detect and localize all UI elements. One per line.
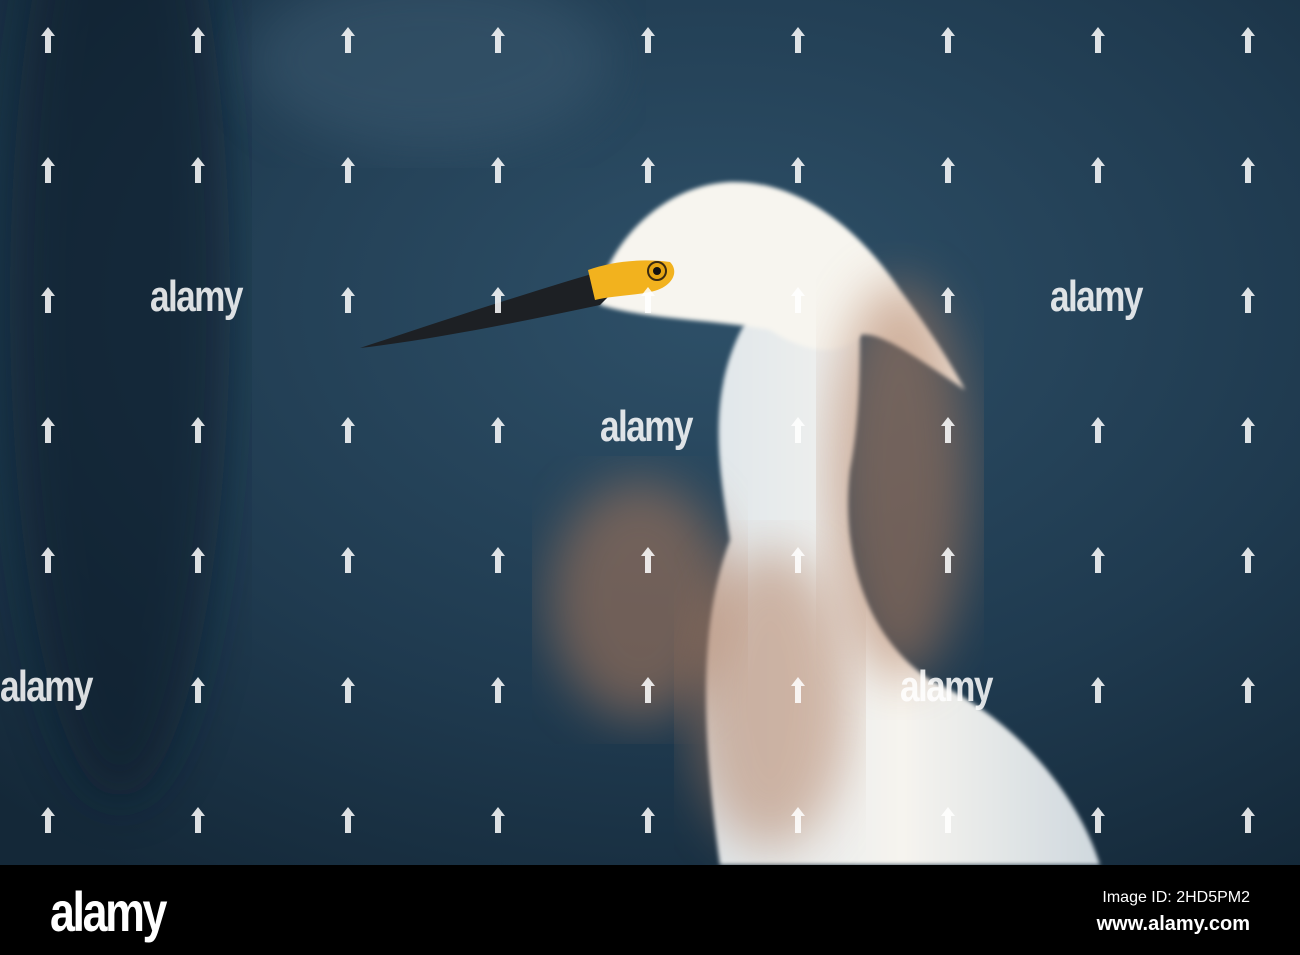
watermark-arrow-icon <box>41 287 55 313</box>
watermark-arrow-icon <box>1091 157 1105 183</box>
watermark-arrow-icon <box>41 27 55 53</box>
watermark-arrow-icon <box>341 287 355 313</box>
alamy-watermark: alamy <box>900 662 993 711</box>
watermark-arrow-icon <box>1091 807 1105 833</box>
watermark-arrow-icon <box>41 417 55 443</box>
watermark-arrow-icon <box>641 27 655 53</box>
watermark-arrow-icon <box>641 287 655 313</box>
alamy-logo: alamy <box>50 880 167 943</box>
watermark-arrow-icon <box>341 417 355 443</box>
watermark-arrow-icon <box>791 547 805 573</box>
watermark-arrow-icon <box>941 27 955 53</box>
watermark-arrow-icon <box>191 157 205 183</box>
image-id: Image ID: 2HD5PM2 <box>1102 889 1250 906</box>
watermark-arrow-icon <box>491 157 505 183</box>
watermark-arrow-icon <box>41 547 55 573</box>
watermark-arrow-icon <box>491 807 505 833</box>
watermark-arrow-icon <box>1241 157 1255 183</box>
watermark-arrow-icon <box>191 547 205 573</box>
watermark-arrow-icon <box>1091 677 1105 703</box>
watermark-arrow-icon <box>791 417 805 443</box>
watermark-arrow-icon <box>641 157 655 183</box>
watermark-arrow-icon <box>341 677 355 703</box>
watermark-arrow-icon <box>941 287 955 313</box>
watermark-arrow-icon <box>791 287 805 313</box>
watermark-arrow-icon <box>191 807 205 833</box>
watermark-arrow-icon <box>491 417 505 443</box>
watermark-arrow-icon <box>41 157 55 183</box>
watermark-arrow-icon <box>791 677 805 703</box>
site-url: www.alamy.com <box>1096 913 1250 935</box>
watermark-arrow-icon <box>341 27 355 53</box>
watermark-arrow-icon <box>1091 27 1105 53</box>
watermark-arrow-icon <box>641 547 655 573</box>
watermark-arrow-icon <box>791 807 805 833</box>
watermark-arrow-icon <box>941 807 955 833</box>
watermark-arrow-icon <box>941 417 955 443</box>
stock-photo: alamy alamy alamy alamy alamy alamy Image ID… <box>0 0 1300 955</box>
watermark-arrow-icon <box>1091 417 1105 443</box>
watermark-arrow-icon <box>341 157 355 183</box>
watermark-arrow-icon <box>191 27 205 53</box>
watermark-arrow-icon <box>1241 417 1255 443</box>
watermark-arrow-icon <box>941 547 955 573</box>
alamy-watermark: alamy <box>0 662 93 711</box>
watermark-arrow-icon <box>791 27 805 53</box>
watermark-arrow-icon <box>191 677 205 703</box>
watermark-arrow-icon <box>941 157 955 183</box>
watermark-arrow-icon <box>491 287 505 313</box>
watermark-arrow-icon <box>641 807 655 833</box>
watermark-arrow-icon <box>1241 807 1255 833</box>
watermark-arrow-icon <box>641 677 655 703</box>
watermark-arrow-icon <box>1241 677 1255 703</box>
watermark-arrow-icon <box>491 677 505 703</box>
watermark-arrow-icon <box>491 547 505 573</box>
watermark-arrow-icon <box>1241 27 1255 53</box>
watermark-arrow-icon <box>1091 547 1105 573</box>
alamy-watermark: alamy <box>600 402 693 451</box>
watermark-arrow-icon <box>791 157 805 183</box>
alamy-watermark: alamy <box>150 272 243 321</box>
watermark-arrow-icon <box>41 807 55 833</box>
watermark-arrow-icon <box>1241 547 1255 573</box>
watermark-arrow-icon <box>1241 287 1255 313</box>
watermark-arrow-icon <box>341 547 355 573</box>
watermark-arrow-icon <box>191 417 205 443</box>
footer-bar: alamy Image ID: 2HD5PM2 www.alamy.com <box>0 865 1300 955</box>
watermark-arrow-icon <box>341 807 355 833</box>
alamy-watermark: alamy <box>1050 272 1143 321</box>
watermark-arrow-icon <box>491 27 505 53</box>
